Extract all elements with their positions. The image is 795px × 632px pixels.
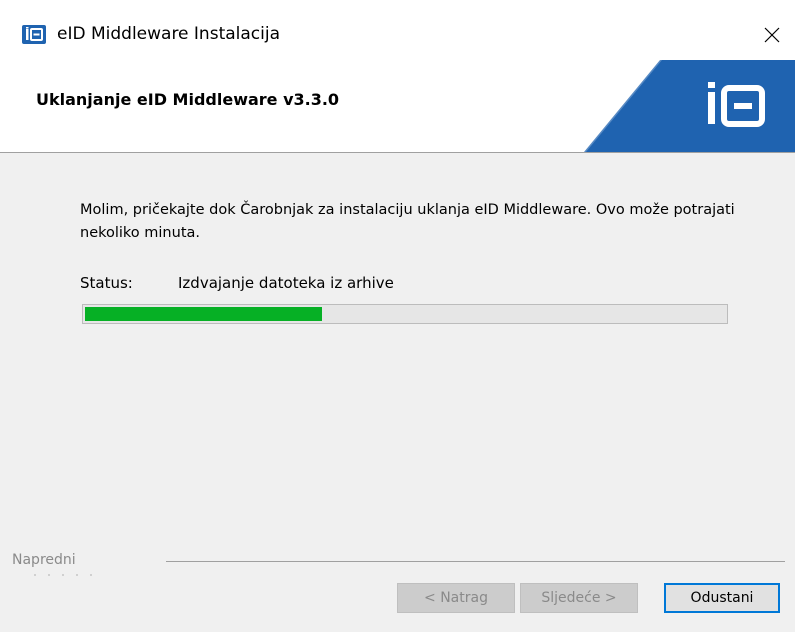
back-button[interactable]: < Natrag: [397, 583, 515, 613]
installer-window: eID Middleware Instalacija Uklanjanje eI…: [0, 0, 795, 632]
footer-divider: [166, 561, 785, 562]
close-icon: [764, 27, 780, 43]
status-text: Izdvajanje datoteka iz arhive: [178, 274, 394, 292]
status-label: Status:: [80, 274, 133, 292]
title-bar: eID Middleware Instalacija: [0, 0, 795, 60]
progress-fill: [85, 307, 322, 321]
advanced-underline: [34, 574, 104, 576]
wait-message: Molim, pričekajte dok Čarobnjak za insta…: [80, 202, 735, 241]
header-banner: Uklanjanje eID Middleware v3.3.0: [0, 60, 795, 153]
ie-logo: [708, 82, 765, 127]
next-button[interactable]: Sljedeće >: [520, 583, 638, 613]
eid-app-icon: [22, 25, 46, 44]
page-title: Uklanjanje eID Middleware v3.3.0: [36, 90, 340, 109]
advanced-label: Napredni: [12, 552, 76, 568]
window-title: eID Middleware Instalacija: [57, 24, 281, 44]
cancel-button[interactable]: Odustani: [664, 583, 780, 613]
close-button[interactable]: [755, 18, 789, 52]
progress-bar: [82, 304, 728, 324]
